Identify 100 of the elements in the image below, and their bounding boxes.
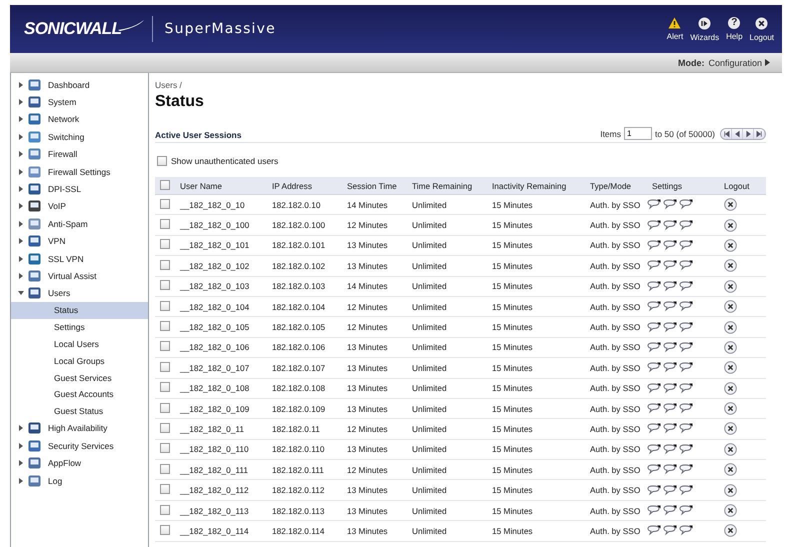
speech-bubble-icon[interactable] — [663, 444, 677, 455]
nav-item[interactable]: Security Services — [11, 437, 148, 454]
close-icon[interactable] — [724, 259, 737, 272]
row-checkbox[interactable] — [160, 464, 170, 474]
speech-bubble-icon[interactable] — [647, 382, 661, 394]
speech-bubble-icon[interactable] — [647, 525, 661, 536]
speech-bubble-icon[interactable] — [647, 464, 661, 476]
nav-item[interactable]: DPI-SSL — [11, 180, 148, 198]
speech-bubble-icon[interactable] — [663, 464, 677, 476]
row-checkbox[interactable] — [160, 280, 170, 290]
speech-bubble-icon[interactable] — [679, 505, 693, 516]
row-checkbox[interactable] — [160, 402, 170, 413]
nav-item[interactable]: High Availability — [11, 420, 148, 438]
alert-button[interactable]: Alert — [664, 16, 686, 42]
logout-button[interactable]: Logout — [748, 16, 776, 42]
speech-bubble-icon[interactable] — [679, 525, 693, 536]
close-icon[interactable] — [724, 484, 737, 497]
speech-bubble-icon[interactable] — [647, 280, 661, 292]
previous-page-button[interactable] — [732, 128, 743, 138]
speech-bubble-icon[interactable] — [663, 301, 677, 312]
speech-bubble-icon[interactable] — [663, 382, 677, 394]
speech-bubble-icon[interactable] — [679, 484, 693, 496]
nav-subitem[interactable]: Status — [11, 302, 148, 319]
mode-button[interactable]: Configuration — [708, 58, 770, 68]
nav-item[interactable]: Log — [11, 472, 148, 490]
row-checkbox[interactable] — [160, 300, 170, 311]
nav-subitem[interactable]: Guest Services — [11, 369, 148, 386]
close-icon[interactable] — [724, 422, 737, 436]
nav-item[interactable]: Firewall Settings — [11, 162, 148, 180]
nav-item[interactable]: Firewall — [11, 146, 148, 163]
speech-bubble-icon[interactable] — [647, 505, 661, 516]
speech-bubble-icon[interactable] — [679, 280, 693, 292]
speech-bubble-icon[interactable] — [663, 342, 677, 353]
speech-bubble-icon[interactable] — [647, 240, 661, 251]
speech-bubble-icon[interactable] — [647, 423, 661, 434]
speech-bubble-icon[interactable] — [647, 484, 661, 496]
speech-bubble-icon[interactable] — [663, 322, 677, 333]
nav-subitem[interactable]: Guest Accounts — [11, 386, 148, 403]
speech-bubble-icon[interactable] — [663, 423, 677, 434]
help-button[interactable]: ? Help — [724, 16, 745, 42]
speech-bubble-icon[interactable] — [663, 403, 677, 414]
speech-bubble-icon[interactable] — [647, 322, 661, 333]
close-icon[interactable] — [724, 280, 737, 293]
close-icon[interactable] — [724, 361, 737, 374]
nav-item[interactable]: Anti-Spam — [11, 215, 148, 233]
close-icon[interactable] — [724, 442, 737, 456]
speech-bubble-icon[interactable] — [663, 280, 677, 292]
speech-bubble-icon[interactable] — [679, 342, 693, 353]
row-checkbox[interactable] — [160, 484, 170, 494]
speech-bubble-icon[interactable] — [679, 362, 693, 374]
close-icon[interactable] — [724, 238, 737, 252]
first-page-button[interactable] — [721, 128, 732, 138]
nav-item[interactable]: Virtual Assist — [11, 267, 148, 285]
speech-bubble-icon[interactable] — [647, 444, 661, 455]
speech-bubble-icon[interactable] — [679, 403, 693, 414]
nav-item[interactable]: Users — [11, 284, 148, 302]
row-checkbox[interactable] — [160, 362, 170, 372]
speech-bubble-icon[interactable] — [663, 240, 677, 251]
nav-item[interactable]: Dashboard — [11, 76, 148, 94]
nav-item[interactable]: SSL VPN — [11, 250, 148, 268]
speech-bubble-icon[interactable] — [679, 444, 693, 455]
speech-bubble-icon[interactable] — [663, 199, 677, 210]
nav-item[interactable]: VPN — [11, 232, 148, 250]
speech-bubble-icon[interactable] — [647, 220, 661, 231]
speech-bubble-icon[interactable] — [679, 240, 693, 251]
nav-item[interactable]: VoIP — [11, 198, 148, 216]
speech-bubble-icon[interactable] — [663, 220, 677, 231]
speech-bubble-icon[interactable] — [679, 199, 693, 210]
row-checkbox[interactable] — [160, 341, 170, 352]
nav-item[interactable]: AppFlow — [11, 454, 148, 472]
close-icon[interactable] — [724, 198, 737, 212]
close-icon[interactable] — [724, 402, 737, 416]
row-checkbox[interactable] — [160, 198, 170, 209]
speech-bubble-icon[interactable] — [679, 464, 693, 476]
speech-bubble-icon[interactable] — [647, 301, 661, 312]
nav-subitem[interactable]: Local Groups — [11, 352, 148, 370]
speech-bubble-icon[interactable] — [663, 362, 677, 374]
speech-bubble-icon[interactable] — [663, 525, 677, 536]
row-checkbox[interactable] — [160, 524, 170, 535]
nav-item[interactable]: Switching — [11, 128, 148, 146]
close-icon[interactable] — [724, 320, 737, 334]
nav-subitem[interactable]: Local Users — [11, 336, 148, 352]
speech-bubble-icon[interactable] — [647, 342, 661, 353]
row-checkbox[interactable] — [160, 260, 170, 270]
close-icon[interactable] — [724, 340, 737, 354]
nav-item[interactable]: System — [11, 93, 148, 111]
items-field[interactable]: 1 — [624, 127, 652, 140]
speech-bubble-icon[interactable] — [679, 423, 693, 434]
nav-subitem[interactable]: Settings — [11, 318, 148, 336]
speech-bubble-icon[interactable] — [647, 362, 661, 374]
close-icon[interactable] — [724, 300, 737, 314]
row-checkbox[interactable] — [160, 321, 170, 332]
row-checkbox[interactable] — [160, 219, 170, 230]
nav-subitem[interactable]: Guest Status — [11, 402, 148, 420]
close-icon[interactable] — [724, 524, 737, 538]
row-checkbox[interactable] — [160, 422, 170, 433]
last-page-button[interactable] — [754, 128, 765, 138]
row-checkbox[interactable] — [160, 504, 170, 515]
close-icon[interactable] — [724, 218, 737, 232]
speech-bubble-icon[interactable] — [663, 260, 677, 272]
